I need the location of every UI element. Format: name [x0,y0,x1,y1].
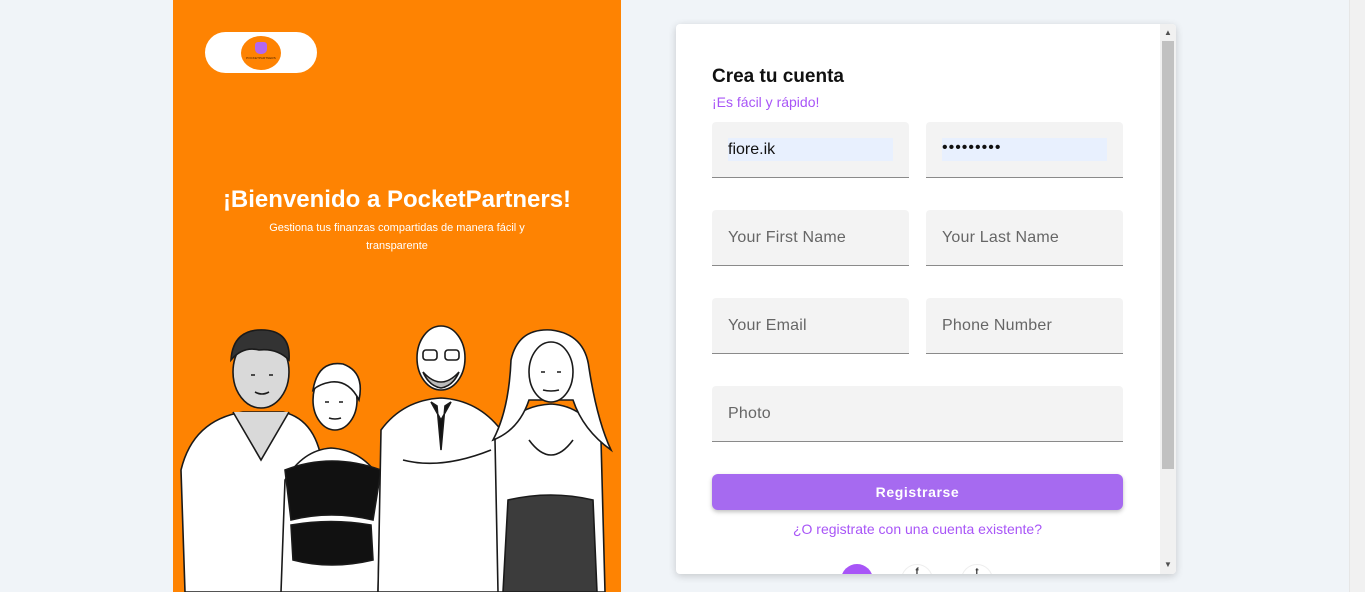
email-field[interactable]: Your Email [712,298,909,354]
phone-field[interactable]: Phone Number [926,298,1123,354]
illustration-man-suit [377,325,504,592]
first-name-placeholder: Your First Name [728,229,846,246]
scroll-up-arrow-icon[interactable]: ▲ [1160,26,1176,40]
last-name-placeholder: Your Last Name [942,229,1059,246]
last-name-field[interactable]: Your Last Name [926,210,1123,266]
form-title: Crea tu cuenta [712,66,844,87]
form-subtitle: ¡Es fácil y rápido! [712,94,820,110]
photo-field[interactable]: Photo [712,386,1123,442]
logo-brand-text: POCKETPARTNERS [246,56,276,60]
illustration-woman-black-top [280,362,382,592]
google-icon[interactable] [841,564,873,574]
photo-placeholder: Photo [728,405,771,422]
people-illustration [180,325,614,592]
facebook-icon[interactable]: f [901,564,933,574]
register-button[interactable]: Registrarse [712,474,1123,510]
phone-placeholder: Phone Number [942,317,1053,334]
username-value: fiore.ik [728,141,776,158]
twitter-icon[interactable]: t [961,564,993,574]
hero-subtitle: Gestiona tus finanzas compartidas de man… [269,222,525,252]
scroll-thumb[interactable] [1162,41,1174,469]
illustration-woman-long-hair [491,329,614,592]
brand-logo-badge[interactable]: POCKETPARTNERS [205,32,317,73]
scroll-down-arrow-icon[interactable]: ▼ [1160,558,1176,572]
first-name-field[interactable]: Your First Name [712,210,909,266]
card-scrollbar[interactable]: ▲ ▼ [1160,24,1176,574]
email-placeholder: Your Email [728,317,807,334]
logo-icon: POCKETPARTNERS [241,36,281,70]
existing-account-link[interactable]: ¿O registrate con una cuenta existente? [712,521,1123,537]
register-card: Crea tu cuenta ¡Es fácil y rápido! fiore… [676,24,1176,574]
piggy-bag-icon [255,42,267,54]
password-value: ••••••••• [942,139,1002,156]
username-field[interactable]: fiore.ik [712,122,909,178]
password-field[interactable]: ••••••••• [926,122,1123,178]
welcome-hero-panel: POCKETPARTNERS ¡Bienvenido a PocketPartn… [173,0,621,592]
page-scrollbar[interactable] [1349,0,1365,592]
hero-title: ¡Bienvenido a PocketPartners! [222,186,572,213]
